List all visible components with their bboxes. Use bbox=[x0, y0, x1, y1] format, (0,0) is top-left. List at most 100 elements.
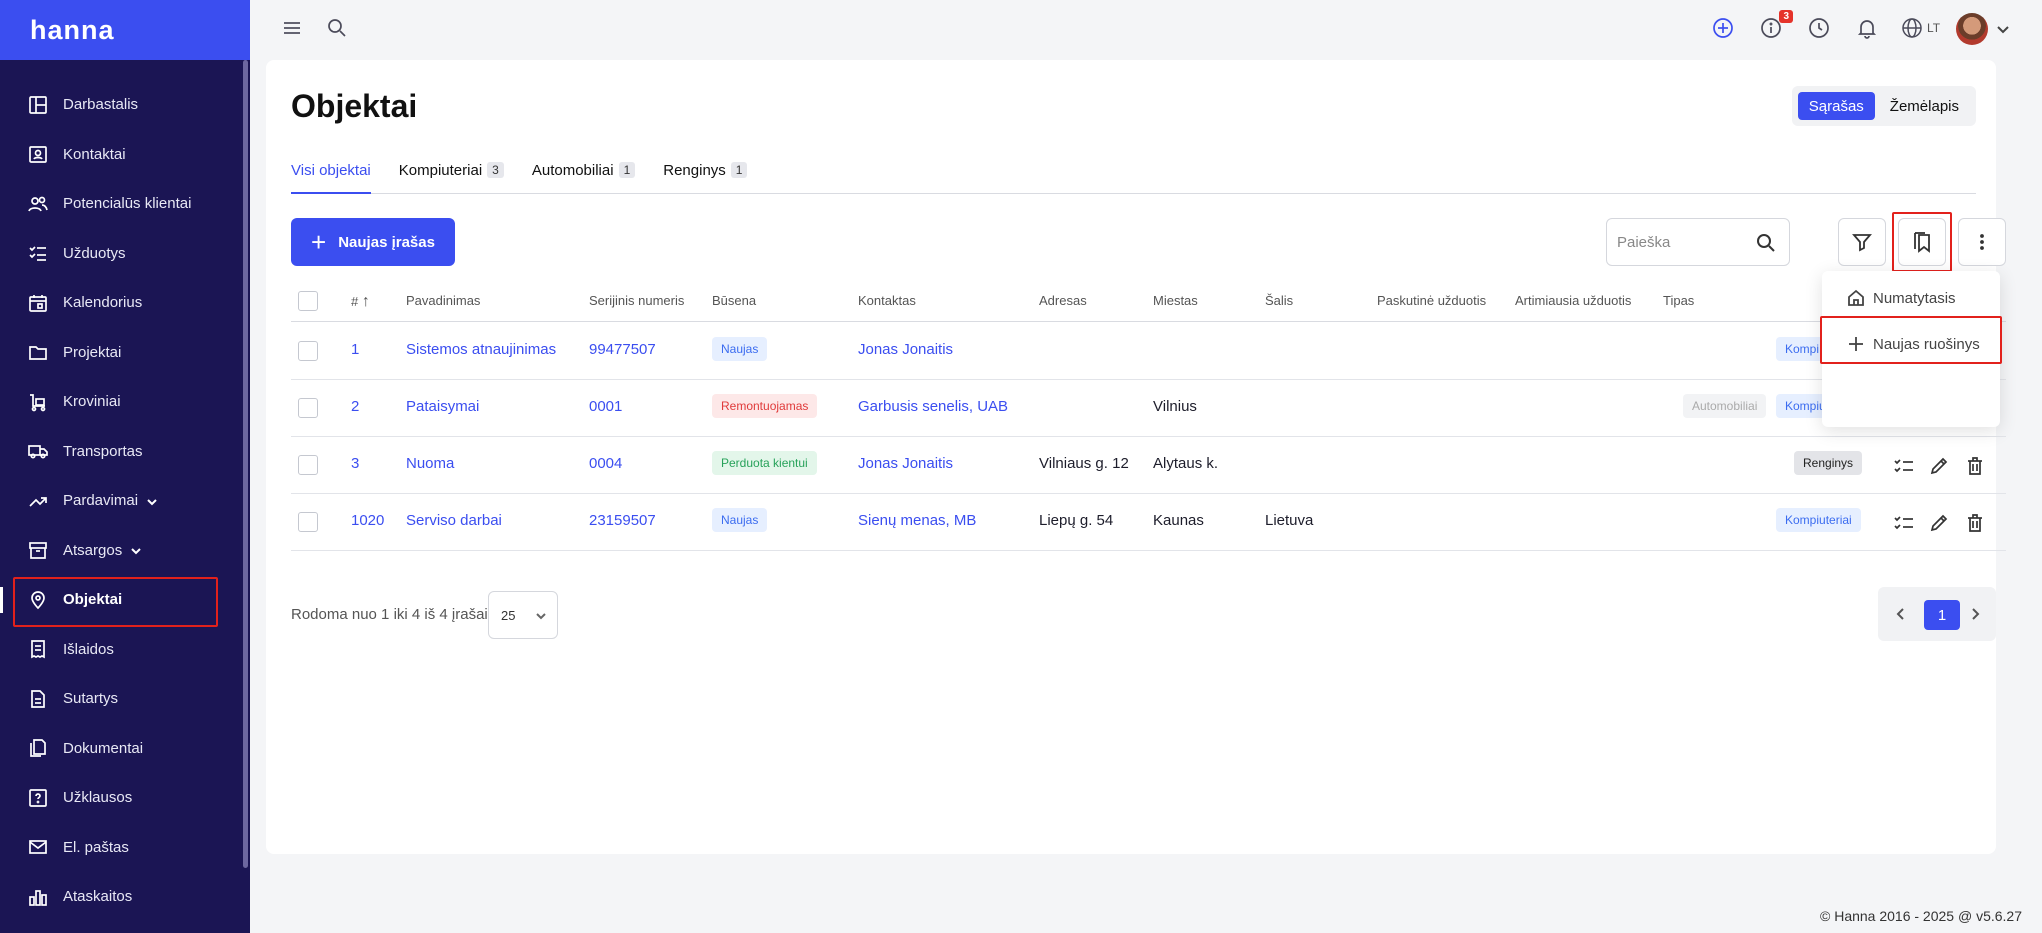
prev-page-button[interactable] bbox=[1888, 601, 1914, 627]
sidebar-item-atsargos[interactable]: Atsargos bbox=[0, 526, 250, 576]
row-contact[interactable]: Sienų menas, MB bbox=[858, 512, 976, 529]
row-name[interactable]: Nuoma bbox=[406, 455, 454, 472]
column-name[interactable]: Pavadinimas bbox=[406, 293, 480, 308]
sidebar-scrollbar[interactable] bbox=[243, 60, 248, 868]
sidebar-item-kontaktai[interactable]: Kontaktai bbox=[0, 130, 250, 180]
plus-icon: + bbox=[311, 227, 327, 257]
search-icon[interactable] bbox=[325, 16, 349, 40]
edit-pencil-icon[interactable] bbox=[1928, 512, 1950, 534]
row-contact[interactable]: Jonas Jonaitis bbox=[858, 341, 953, 358]
sort-ascending-icon: ↑ bbox=[361, 293, 370, 310]
sidebar-item-darbastalis[interactable]: Darbastalis bbox=[0, 80, 250, 130]
sidebar-item-uzklausos[interactable]: Užklausos bbox=[0, 773, 250, 823]
sidebar-item-el-pastas[interactable]: El. paštas bbox=[0, 823, 250, 873]
table-row[interactable]: 1020 Serviso darbai 23159507 Naujas Sien… bbox=[291, 494, 2006, 551]
row-checkbox[interactable] bbox=[298, 341, 318, 361]
row-name[interactable]: Pataisymai bbox=[406, 398, 479, 415]
sidebar-item-projektai[interactable]: Projektai bbox=[0, 328, 250, 378]
tab-label: Visi objektai bbox=[291, 162, 371, 179]
clock-icon[interactable] bbox=[1807, 16, 1831, 40]
bell-icon[interactable] bbox=[1855, 16, 1879, 40]
table-row[interactable]: 1 Sistemos atnaujinimas 99477507 Naujas … bbox=[291, 323, 2006, 380]
row-serial[interactable]: 0004 bbox=[589, 455, 622, 472]
sidebar-item-potencialus-klientai[interactable]: Potencialūs klientai bbox=[0, 179, 250, 229]
per-page-select[interactable]: 25 bbox=[488, 591, 558, 639]
info-icon[interactable]: 3 bbox=[1759, 10, 1793, 40]
trash-icon[interactable] bbox=[1964, 512, 1986, 534]
row-country: Lietuva bbox=[1265, 512, 1314, 529]
sidebar-item-label: Užduotys bbox=[63, 244, 126, 262]
tab-automobiliai[interactable]: Automobiliai 1 bbox=[532, 162, 636, 194]
sidebar-item-ataskaitos[interactable]: Ataskaitos bbox=[0, 872, 250, 922]
row-contact[interactable]: Garbusis senelis, UAB bbox=[858, 398, 1008, 415]
add-circle-icon[interactable] bbox=[1711, 16, 1735, 40]
table-row[interactable]: 3 Nuoma 0004 Perduota kientui Jonas Jona… bbox=[291, 437, 2006, 494]
column-serial[interactable]: Serijinis numeris bbox=[589, 293, 684, 308]
sidebar-item-kalendorius[interactable]: Kalendorius bbox=[0, 278, 250, 328]
tab-visi-objektai[interactable]: Visi objektai bbox=[291, 162, 371, 194]
table-row[interactable]: 2 Pataisymai 0001 Remontuojamas Garbusis… bbox=[291, 380, 2006, 437]
row-serial[interactable]: 23159507 bbox=[589, 512, 656, 529]
row-checkbox[interactable] bbox=[298, 512, 318, 532]
row-num[interactable]: 1 bbox=[351, 341, 359, 358]
row-checkbox[interactable] bbox=[298, 455, 318, 475]
language-selector[interactable]: LT bbox=[1901, 17, 1940, 39]
sidebar-item-objektai[interactable]: Objektai bbox=[0, 575, 250, 627]
chevron-down-icon[interactable] bbox=[130, 544, 142, 556]
search-input[interactable]: Paieška bbox=[1606, 218, 1790, 266]
app-logo[interactable]: hanna bbox=[30, 15, 115, 46]
topbar: 3 LT bbox=[250, 0, 2042, 56]
view-map-button[interactable]: Žemėlapis bbox=[1879, 92, 1970, 120]
more-options-button[interactable] bbox=[1958, 218, 2006, 266]
row-serial[interactable]: 99477507 bbox=[589, 341, 656, 358]
page-title: Objektai bbox=[291, 88, 418, 124]
trash-icon[interactable] bbox=[1964, 455, 1986, 477]
next-page-button[interactable] bbox=[1962, 601, 1988, 627]
row-num[interactable]: 2 bbox=[351, 398, 359, 415]
row-name[interactable]: Sistemos atnaujinimas bbox=[406, 341, 556, 358]
checklist-icon[interactable] bbox=[1893, 455, 1915, 477]
row-name[interactable]: Serviso darbai bbox=[406, 512, 502, 529]
chevron-down-icon[interactable] bbox=[1996, 22, 2010, 36]
row-serial[interactable]: 0001 bbox=[589, 398, 622, 415]
page-number-button[interactable]: 1 bbox=[1924, 600, 1960, 630]
column-type[interactable]: Tipas bbox=[1663, 293, 1694, 308]
dropdown-item-new-draft[interactable]: Naujas ruošinys bbox=[1822, 322, 2000, 366]
row-contact[interactable]: Jonas Jonaitis bbox=[858, 455, 953, 472]
tasks-icon bbox=[28, 243, 48, 263]
table-header: # ↑ Pavadinimas Serijinis numeris Būsena… bbox=[291, 280, 2006, 322]
column-country[interactable]: Šalis bbox=[1265, 293, 1293, 308]
saved-views-button[interactable] bbox=[1898, 218, 1946, 266]
row-checkbox[interactable] bbox=[298, 398, 318, 418]
column-address[interactable]: Adresas bbox=[1039, 293, 1087, 308]
view-list-button[interactable]: Sąrašas bbox=[1797, 92, 1875, 120]
column-next-task[interactable]: Artimiausia užduotis bbox=[1515, 293, 1631, 308]
sidebar-item-transportas[interactable]: Transportas bbox=[0, 427, 250, 477]
select-all-checkbox[interactable] bbox=[298, 291, 318, 311]
menu-icon[interactable] bbox=[280, 16, 304, 40]
sidebar-item-kroviniai[interactable]: Kroviniai bbox=[0, 377, 250, 427]
tab-renginys[interactable]: Renginys 1 bbox=[663, 162, 748, 194]
sidebar-item-islaidos[interactable]: Išlaidos bbox=[0, 625, 250, 675]
new-record-button[interactable]: + Naujas įrašas bbox=[291, 218, 455, 266]
chevron-down-icon[interactable] bbox=[146, 495, 158, 507]
sidebar-item-pardavimai[interactable]: Pardavimai bbox=[0, 476, 250, 526]
checklist-icon[interactable] bbox=[1893, 512, 1915, 534]
row-num[interactable]: 3 bbox=[351, 455, 359, 472]
tab-kompiuteriai[interactable]: Kompiuteriai 3 bbox=[399, 162, 504, 194]
sidebar-item-uzduotys[interactable]: Užduotys bbox=[0, 229, 250, 279]
avatar[interactable] bbox=[1956, 13, 1988, 45]
row-num[interactable]: 1020 bbox=[351, 512, 384, 529]
column-last-task[interactable]: Paskutinė užduotis bbox=[1377, 293, 1486, 308]
column-city[interactable]: Miestas bbox=[1153, 293, 1198, 308]
search-icon[interactable] bbox=[1755, 232, 1777, 254]
column-status[interactable]: Būsena bbox=[712, 293, 756, 308]
sidebar-item-dokumentai[interactable]: Dokumentai bbox=[0, 724, 250, 774]
sidebar-item-sutartys[interactable]: Sutartys bbox=[0, 674, 250, 724]
column-contact[interactable]: Kontaktas bbox=[858, 293, 916, 308]
filter-button[interactable] bbox=[1838, 218, 1886, 266]
dropdown-item-default[interactable]: Numatytasis bbox=[1822, 276, 2000, 320]
leads-icon bbox=[28, 194, 48, 214]
edit-pencil-icon[interactable] bbox=[1928, 455, 1950, 477]
column-num[interactable]: # ↑ bbox=[351, 293, 370, 311]
